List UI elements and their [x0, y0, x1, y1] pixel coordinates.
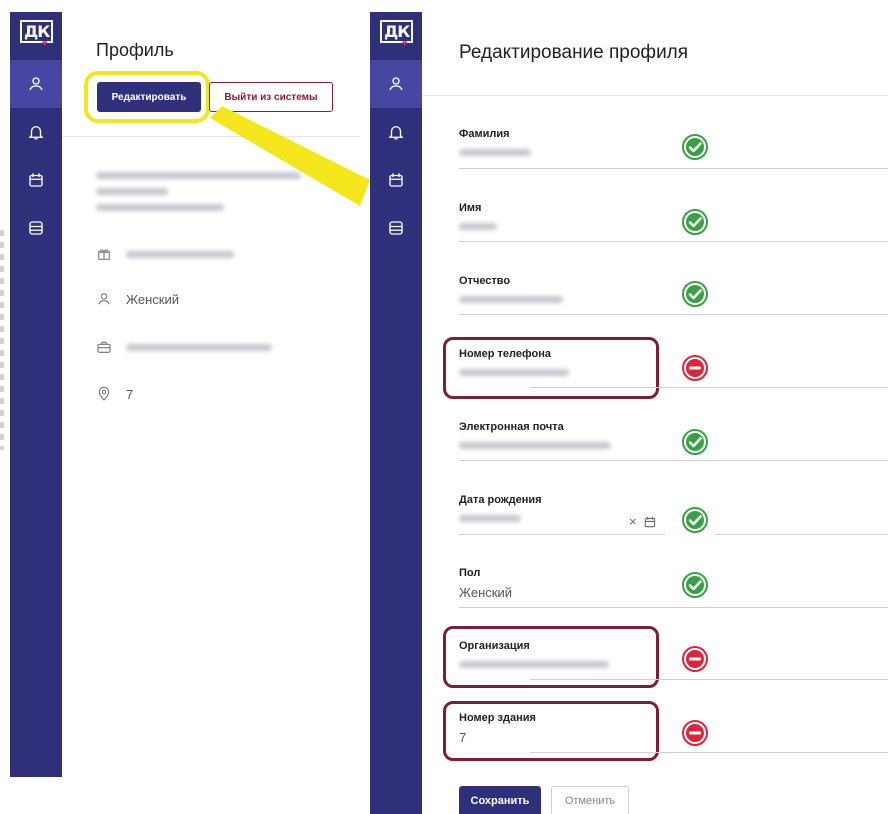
sidebar: ДК ♥: [10, 12, 62, 777]
page-title: Профиль: [96, 40, 174, 60]
field-underline: [459, 607, 888, 608]
logo-text: ДК: [20, 18, 54, 43]
nav-notifications[interactable]: [370, 108, 422, 156]
blurred-email: [459, 442, 611, 449]
check-circle-icon: [682, 572, 708, 598]
page-title: Редактирование профиля: [459, 42, 689, 63]
sidebar: ДК ♥: [370, 12, 422, 814]
blurred-birthday: [126, 250, 234, 258]
storage-icon: [389, 221, 403, 235]
blurred-organization: [126, 343, 272, 351]
field-label: Фамилия: [459, 128, 510, 140]
first-name-field[interactable]: Имя: [459, 202, 669, 230]
profile-edit-panel: ДК ♥ Редактирование профиля Фамилия Имя …: [370, 0, 888, 814]
logo-text: ДК: [380, 18, 414, 43]
user-icon: [389, 77, 403, 91]
field-underline: [459, 314, 888, 315]
field-label: Пол: [459, 567, 481, 579]
location-pin-icon: [98, 386, 110, 401]
calendar-icon: [389, 173, 403, 187]
highlight-edit-button: [84, 71, 210, 123]
nav-storage[interactable]: [370, 204, 422, 252]
gender-value: Женский: [459, 585, 512, 600]
date-tools: ×: [629, 514, 657, 529]
briefcase-icon: [97, 341, 111, 353]
highlight-phone-field: [443, 337, 659, 399]
field-underline: [530, 679, 888, 680]
field-underline: [459, 241, 888, 242]
bell-icon: [28, 126, 44, 140]
gender-value: Женский: [126, 291, 179, 307]
left-edge-strip: [0, 230, 4, 450]
logo-heart-icon: ♥: [42, 38, 48, 48]
nav-calendar[interactable]: [10, 156, 62, 204]
blurred-email: [96, 204, 224, 211]
check-circle-icon: [682, 209, 708, 235]
info-organization: [96, 339, 272, 355]
birth-date-field[interactable]: Дата рождения: [459, 494, 669, 522]
divider: [422, 95, 888, 96]
nav-calendar[interactable]: [370, 156, 422, 204]
info-gender: Женский: [96, 291, 179, 307]
field-underline: [530, 387, 888, 388]
field-underline: [715, 534, 888, 535]
save-button[interactable]: Сохранить: [459, 786, 541, 814]
blurred-phone: [96, 188, 168, 195]
organization-field[interactable]: Организация: [459, 640, 669, 668]
gender-field[interactable]: Пол Женский: [459, 567, 669, 600]
phone-field[interactable]: Номер телефона: [459, 348, 669, 376]
field-underline: [459, 534, 665, 535]
check-circle-icon: [682, 134, 708, 160]
cancel-button[interactable]: Отменить: [551, 786, 629, 814]
nav-profile[interactable]: [370, 60, 422, 108]
field-underline: [459, 460, 888, 461]
user-icon: [98, 293, 110, 305]
storage-icon: [29, 221, 43, 235]
field-label: Электронная почта: [459, 421, 564, 433]
blurred-surname: [459, 149, 531, 156]
info-birthday: [96, 246, 234, 262]
gift-icon: [98, 249, 110, 260]
callout-arrow: [210, 106, 370, 206]
nav-notifications[interactable]: [10, 108, 62, 156]
nav-storage[interactable]: [10, 204, 62, 252]
building-value: 7: [459, 730, 467, 745]
bell-icon: [388, 126, 404, 140]
logo-heart-icon: ♥: [402, 38, 408, 48]
field-label: Отчество: [459, 275, 511, 287]
check-circle-icon: [682, 429, 708, 455]
minus-circle-icon: [682, 355, 708, 381]
calendar-icon[interactable]: [643, 515, 657, 529]
email-field[interactable]: Электронная почта: [459, 421, 669, 449]
field-label: Номер здания: [459, 712, 536, 724]
app-logo: ДК ♥: [10, 12, 62, 60]
field-label: Номер телефона: [459, 348, 551, 360]
nav-profile[interactable]: [10, 60, 62, 108]
patronymic-field[interactable]: Отчество: [459, 275, 669, 303]
blurred-phone: [459, 369, 569, 376]
field-label: Дата рождения: [459, 494, 542, 506]
user-icon: [29, 77, 43, 91]
minus-circle-icon: [682, 646, 708, 672]
calendar-icon: [29, 173, 43, 187]
blurred-birth-date: [459, 515, 521, 522]
field-label: Организация: [459, 640, 530, 652]
info-building: 7: [96, 386, 133, 402]
building-value: 7: [126, 386, 134, 402]
field-underline: [530, 752, 888, 753]
field-label: Имя: [459, 202, 482, 214]
field-underline: [459, 168, 888, 169]
building-number-field[interactable]: Номер здания 7: [459, 712, 669, 745]
blurred-organization: [459, 661, 609, 668]
clear-date-button[interactable]: ×: [629, 514, 637, 529]
app-logo: ДК ♥: [370, 12, 422, 60]
check-circle-icon: [682, 281, 708, 307]
blurred-patronymic: [459, 296, 563, 303]
minus-circle-icon: [682, 720, 708, 746]
blurred-first-name: [459, 223, 497, 230]
surname-field[interactable]: Фамилия: [459, 128, 669, 156]
check-circle-icon: [682, 507, 708, 533]
